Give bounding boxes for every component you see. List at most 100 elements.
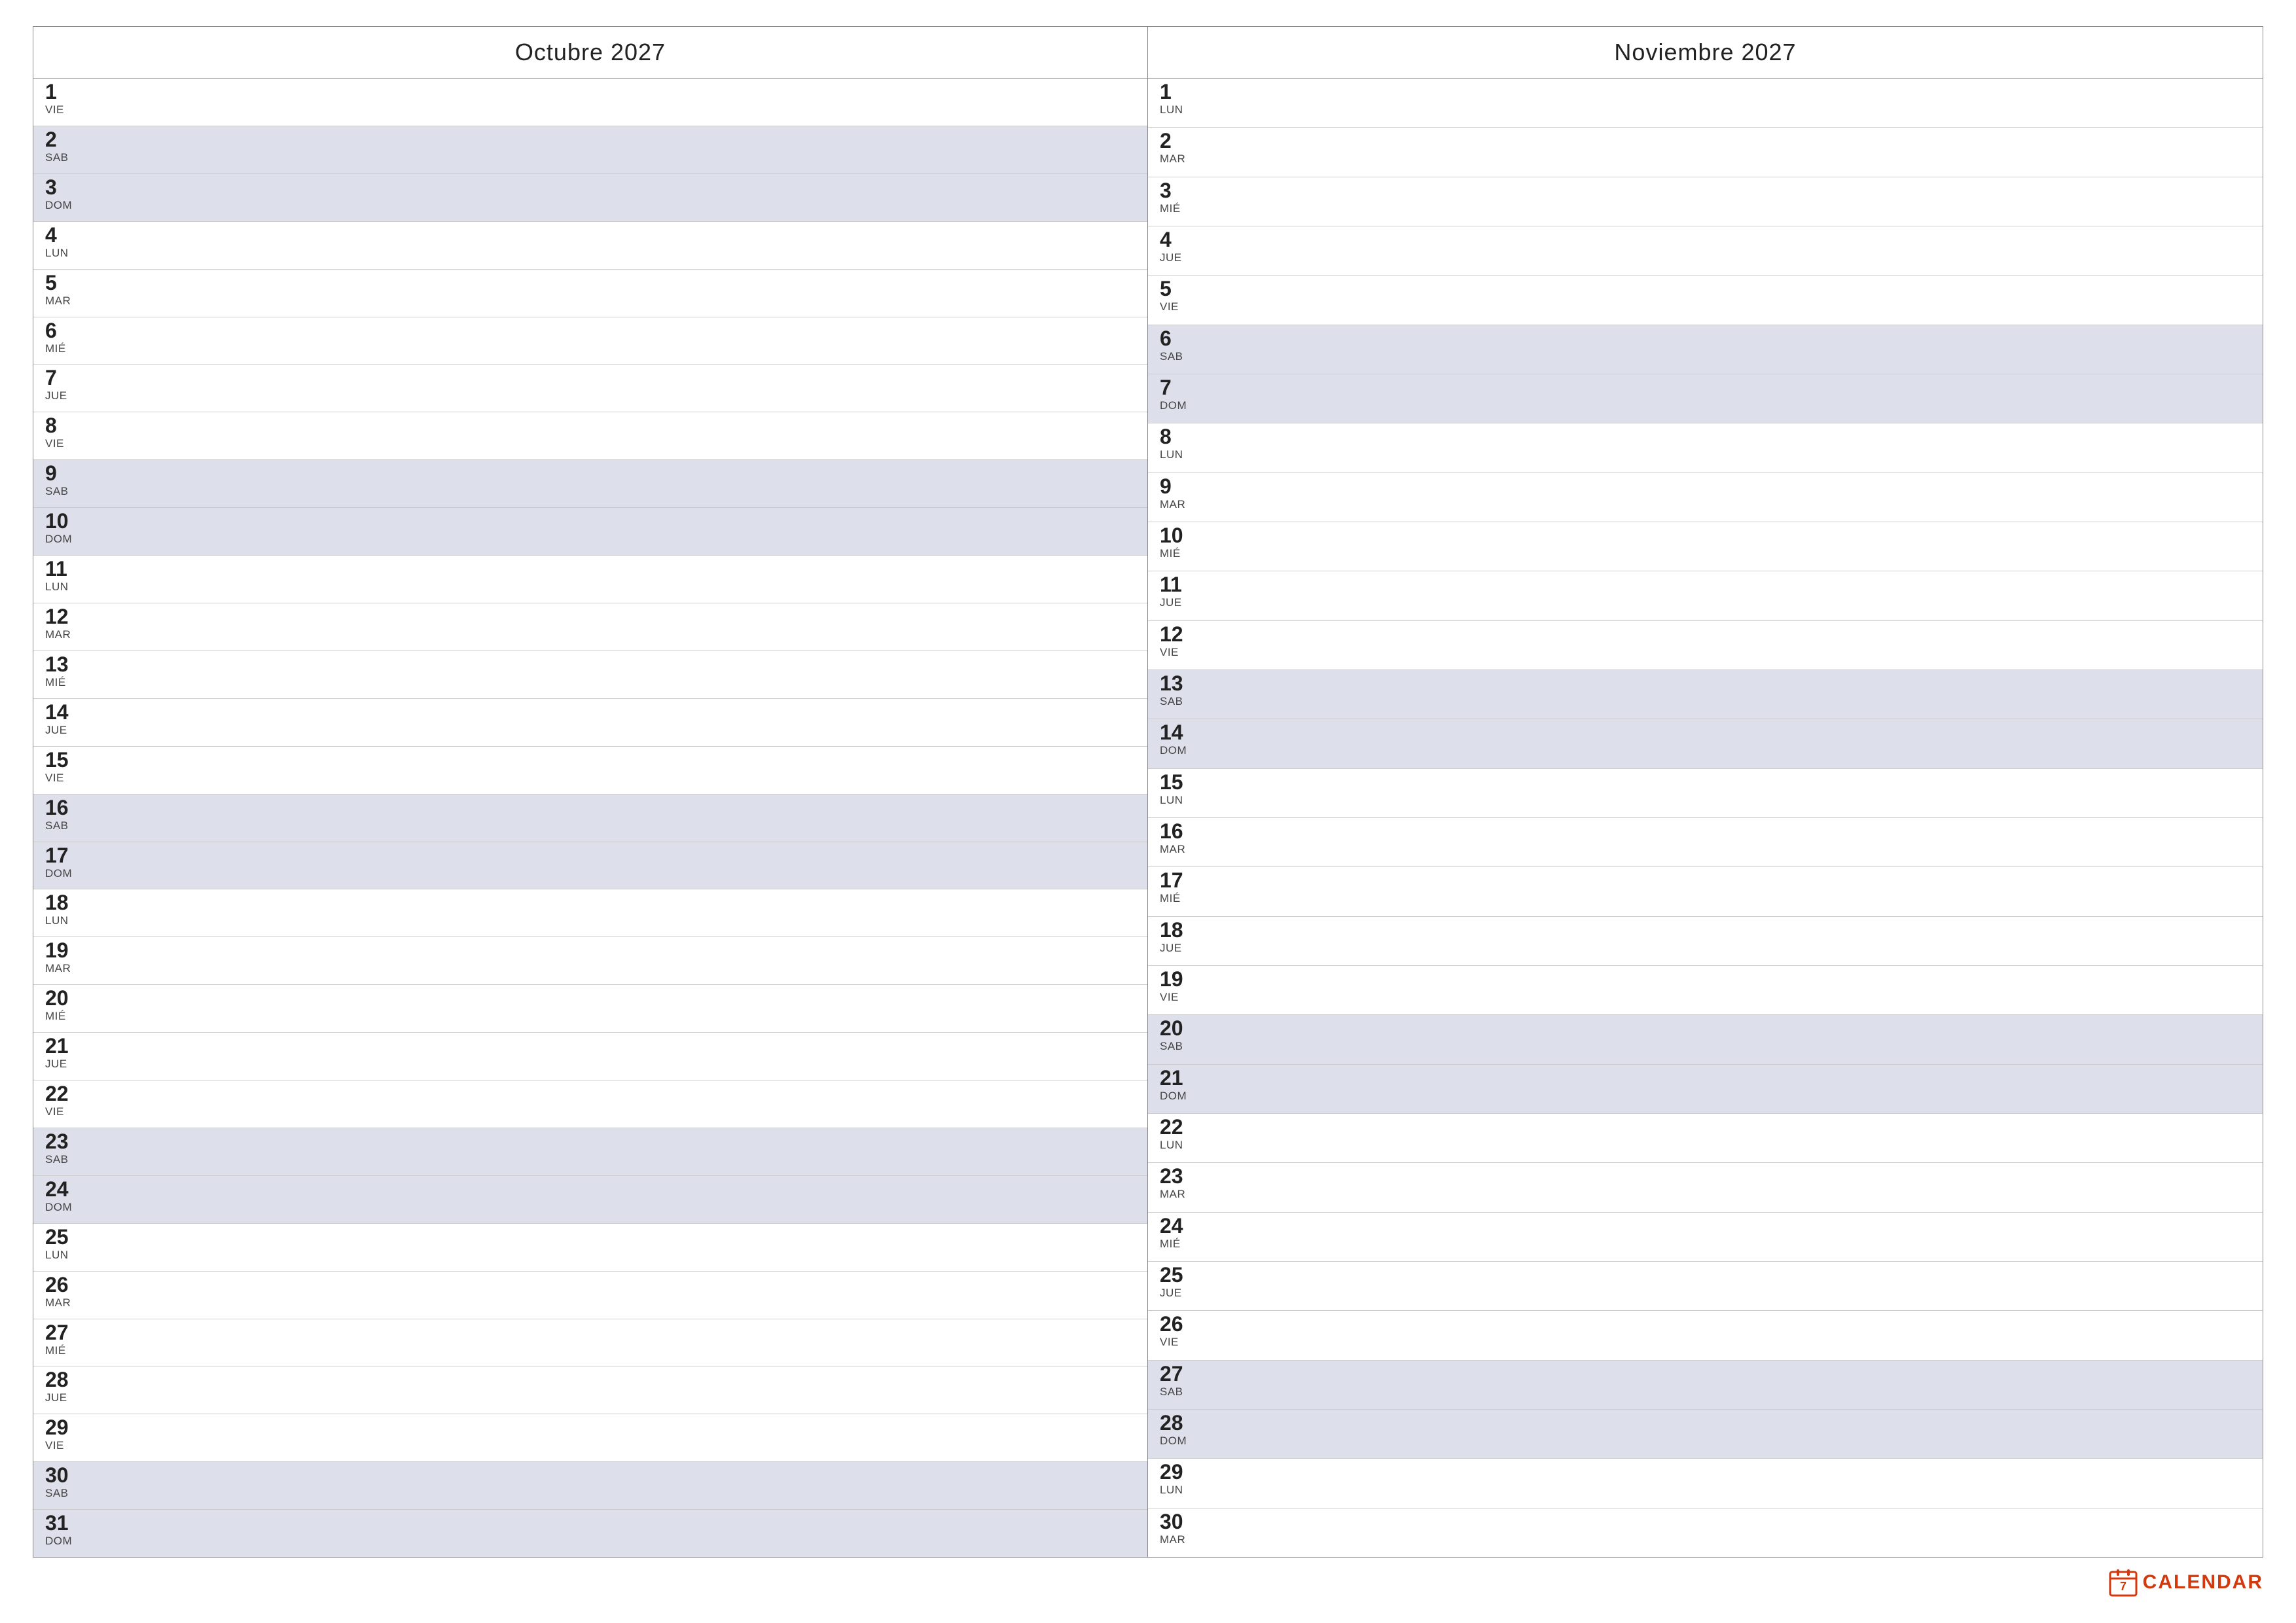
day-number: 2 <box>1160 130 1196 151</box>
day-name: SAB <box>45 485 81 498</box>
day-row: 13SAB <box>1148 670 2263 719</box>
day-name: MIÉ <box>1160 892 1196 905</box>
day-name: MIÉ <box>45 342 81 355</box>
day-info: 22LUN <box>1160 1116 1196 1152</box>
day-name: SAB <box>45 1153 81 1166</box>
day-name: JUE <box>1160 1287 1196 1300</box>
day-name: MIÉ <box>1160 202 1196 215</box>
day-info: 5MAR <box>45 272 81 308</box>
day-row: 17DOM <box>33 842 1147 890</box>
day-name: VIE <box>45 437 81 450</box>
day-number: 13 <box>1160 673 1196 694</box>
day-row: 12VIE <box>1148 621 2263 670</box>
day-name: JUE <box>1160 942 1196 955</box>
day-number: 5 <box>45 272 81 293</box>
day-number: 6 <box>45 320 81 341</box>
day-row: 27MIÉ <box>33 1319 1147 1367</box>
day-number: 24 <box>1160 1215 1196 1236</box>
day-row: 19MAR <box>33 937 1147 985</box>
day-info: 27MIÉ <box>45 1322 81 1357</box>
day-row: 15LUN <box>1148 769 2263 818</box>
day-row: 9SAB <box>33 460 1147 508</box>
day-row: 26MAR <box>33 1272 1147 1319</box>
day-info: 22VIE <box>45 1083 81 1118</box>
day-name: VIE <box>1160 1336 1196 1349</box>
day-info: 4JUE <box>1160 229 1196 264</box>
day-row: 25 LUN <box>33 1224 1147 1272</box>
day-number: 12 <box>1160 624 1196 645</box>
brand-label: CALENDAR <box>2143 1571 2263 1594</box>
day-row: 3MIÉ <box>1148 177 2263 226</box>
day-number: 3 <box>1160 180 1196 201</box>
calendar-grid: Octubre 20271VIE2SAB3DOM4LUN5MAR6MIÉ7JUE… <box>33 26 2263 1558</box>
day-number: 16 <box>45 797 81 818</box>
calendar-brand-icon: 7 <box>2109 1568 2138 1597</box>
day-info: 21DOM <box>1160 1067 1196 1103</box>
day-row: 2MAR <box>1148 128 2263 177</box>
day-row: 14DOM <box>1148 719 2263 768</box>
day-row: 10MIÉ <box>1148 522 2263 571</box>
day-info: 14DOM <box>1160 722 1196 757</box>
day-row: 7DOM <box>1148 374 2263 423</box>
day-info: 29LUN <box>1160 1461 1196 1497</box>
day-name: MIÉ <box>45 1344 81 1357</box>
day-name: DOM <box>45 1201 81 1214</box>
day-name: MIÉ <box>1160 547 1196 560</box>
day-row: 9MAR <box>1148 473 2263 522</box>
day-name: LUN <box>45 580 81 594</box>
day-name: SAB <box>1160 695 1196 708</box>
day-info: 5VIE <box>1160 278 1196 313</box>
day-row: 1VIE <box>33 79 1147 126</box>
day-info: 9SAB <box>45 463 81 498</box>
day-row: 5MAR <box>33 270 1147 317</box>
day-info: 20SAB <box>1160 1018 1196 1053</box>
day-number: 7 <box>45 367 81 388</box>
day-name: JUE <box>45 389 81 402</box>
footer: 7 CALENDAR <box>33 1561 2263 1597</box>
day-number: 10 <box>1160 525 1196 546</box>
day-info: 21JUE <box>45 1035 81 1071</box>
day-name: SAB <box>45 1487 81 1500</box>
day-number: 25 <box>45 1226 81 1247</box>
day-number: 6 <box>1160 328 1196 349</box>
day-number: 8 <box>45 415 81 436</box>
brand: 7 CALENDAR <box>2109 1568 2263 1597</box>
day-number: 18 <box>45 892 81 913</box>
day-number: 7 <box>1160 377 1196 398</box>
day-name: MAR <box>45 962 81 975</box>
day-row: 3DOM <box>33 174 1147 222</box>
day-row: 29LUN <box>1148 1459 2263 1508</box>
day-name: MIÉ <box>45 1010 81 1023</box>
day-name: VIE <box>45 103 81 116</box>
day-info: 28JUE <box>45 1369 81 1404</box>
day-number: 1 <box>1160 81 1196 102</box>
day-number: 27 <box>1160 1363 1196 1384</box>
day-info: 9MAR <box>1160 476 1196 511</box>
day-row: 18LUN <box>33 889 1147 937</box>
day-number: 23 <box>1160 1166 1196 1186</box>
day-number: 9 <box>45 463 81 484</box>
day-info: 12VIE <box>1160 624 1196 659</box>
day-row: 11LUN <box>33 556 1147 603</box>
day-row: 16SAB <box>33 794 1147 842</box>
day-row: 28DOM <box>1148 1410 2263 1459</box>
day-info: 6MIÉ <box>45 320 81 355</box>
day-info: 16MAR <box>1160 821 1196 856</box>
day-name: LUN <box>45 914 81 927</box>
day-name: VIE <box>1160 300 1196 313</box>
day-name: LUN <box>45 1249 81 1262</box>
day-name: LUN <box>45 247 81 260</box>
day-row: 22VIE <box>33 1080 1147 1128</box>
day-number: 4 <box>1160 229 1196 250</box>
day-row: 24MIÉ <box>1148 1213 2263 1262</box>
day-row: 1LUN <box>1148 79 2263 128</box>
day-number: 30 <box>45 1465 81 1486</box>
day-row: 7JUE <box>33 365 1147 412</box>
day-row: 23MAR <box>1148 1163 2263 1212</box>
day-number: 24 <box>45 1179 81 1200</box>
day-number: 5 <box>1160 278 1196 299</box>
day-row: 6SAB <box>1148 325 2263 374</box>
day-number: 30 <box>1160 1511 1196 1532</box>
month-col-1: Noviembre 20271LUN2MAR3MIÉ4JUE5VIE6SAB7D… <box>1148 27 2263 1557</box>
day-row: 30SAB <box>33 1462 1147 1510</box>
